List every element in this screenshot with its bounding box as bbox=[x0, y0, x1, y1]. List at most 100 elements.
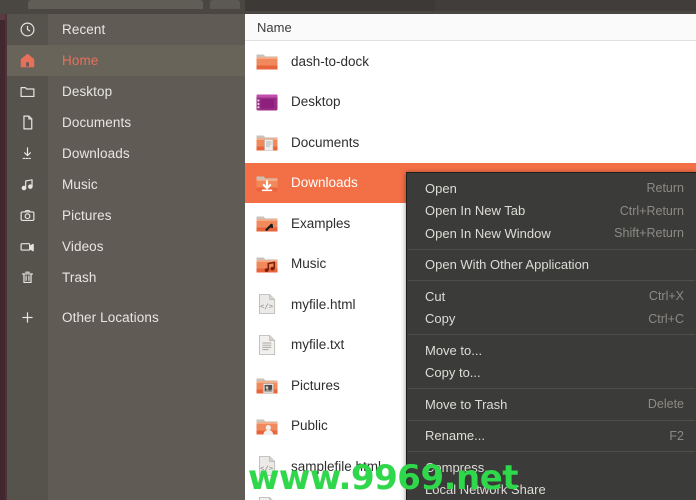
home-icon bbox=[7, 52, 48, 69]
sidebar-item-label: Videos bbox=[62, 239, 104, 254]
menu-item-label: Open In New Tab bbox=[425, 203, 526, 219]
pictures-folder-icon bbox=[255, 373, 279, 397]
music-note-icon bbox=[7, 176, 48, 193]
sidebar-item-label: Trash bbox=[62, 270, 97, 285]
text-file-icon bbox=[255, 495, 279, 500]
menu-item-label: Move to Trash bbox=[425, 396, 508, 412]
file-name: samplefile.html bbox=[291, 458, 382, 474]
file-name: Desktop bbox=[291, 94, 341, 110]
menu-item-accelerator: Delete bbox=[647, 397, 684, 412]
desktop-folder-icon bbox=[255, 90, 279, 114]
menu-item-label: Copy bbox=[425, 311, 456, 327]
menu-item-label: Local Network Share bbox=[425, 482, 546, 498]
places-sidebar: Recent Home Desktop Documents Downloads Music… bbox=[7, 14, 245, 500]
menu-item-accelerator: Return bbox=[646, 181, 684, 196]
menu-item-local-network-share[interactable]: Local Network Share bbox=[407, 479, 696, 500]
file-name: Documents bbox=[291, 134, 360, 150]
menu-item-accelerator: Ctrl+C bbox=[648, 311, 684, 326]
menu-item-label: Cut bbox=[425, 288, 446, 304]
menu-item-move-to[interactable]: Move to... bbox=[407, 339, 696, 362]
video-icon bbox=[7, 238, 48, 255]
sidebar-item-music[interactable]: Music bbox=[7, 169, 245, 200]
titlebar-chrome-mid bbox=[210, 0, 240, 9]
sidebar-item-label: Pictures bbox=[62, 208, 112, 223]
sidebar-item-other-locations[interactable]: Other Locations bbox=[7, 302, 245, 333]
menu-item-open-with-other-application[interactable]: Open With Other Application bbox=[407, 254, 696, 277]
menu-item-open-in-new-tab[interactable]: Open In New Tab Ctrl+Return bbox=[407, 200, 696, 223]
menu-item-accelerator: F2 bbox=[669, 428, 684, 443]
menu-item-open[interactable]: Open Return bbox=[407, 177, 696, 200]
menu-item-label: Compress... bbox=[425, 459, 496, 475]
folder-icon bbox=[255, 49, 279, 73]
context-menu: Open Return Open In New Tab Ctrl+Return Open… bbox=[406, 172, 696, 500]
menu-item-compress[interactable]: Compress... bbox=[407, 456, 696, 479]
menu-separator bbox=[408, 334, 695, 335]
document-icon bbox=[7, 114, 48, 131]
file-name: myfile.html bbox=[291, 296, 356, 312]
sidebar-item-label: Documents bbox=[62, 115, 132, 130]
clock-icon bbox=[7, 21, 48, 38]
camera-icon bbox=[7, 207, 48, 224]
sidebar-item-trash[interactable]: Trash bbox=[7, 262, 245, 293]
menu-item-rename[interactable]: Rename... F2 bbox=[407, 425, 696, 448]
download-icon bbox=[7, 145, 48, 162]
downloads-folder-icon bbox=[255, 171, 279, 195]
sidebar-item-downloads[interactable]: Downloads bbox=[7, 138, 245, 169]
menu-item-label: Move to... bbox=[425, 342, 483, 358]
html-file-icon: </> bbox=[255, 292, 279, 316]
menu-separator bbox=[408, 419, 695, 421]
titlebar-chrome-left bbox=[28, 0, 203, 9]
file-name: myfile.txt bbox=[291, 337, 345, 353]
sidebar-item-list: Recent Home Desktop Documents Downloads Music… bbox=[7, 14, 245, 333]
music-folder-icon bbox=[255, 252, 279, 276]
text-file-icon bbox=[255, 333, 279, 357]
file-name: Downloads bbox=[291, 175, 358, 191]
dock-edge-strip bbox=[0, 0, 7, 500]
file-name: Public bbox=[291, 418, 328, 434]
file-name: Pictures bbox=[291, 377, 340, 393]
sidebar-item-label: Desktop bbox=[62, 84, 113, 99]
folder-icon bbox=[7, 83, 48, 100]
file-name: dash-to-dock bbox=[291, 53, 370, 69]
file-manager-screen: Recent Home Desktop Documents Downloads Music… bbox=[0, 0, 696, 500]
table-row[interactable]: Documents bbox=[245, 122, 696, 163]
menu-item-label: Open bbox=[425, 180, 457, 196]
menu-item-copy-to[interactable]: Copy to... bbox=[407, 362, 696, 385]
menu-item-accelerator: Shift+Return bbox=[614, 226, 684, 241]
dock-edge-sheen bbox=[5, 0, 7, 500]
sidebar-item-pictures[interactable]: Pictures bbox=[7, 200, 245, 231]
column-header-row[interactable]: Name bbox=[245, 14, 696, 41]
menu-item-accelerator: Ctrl+X bbox=[648, 289, 684, 304]
menu-item-label: Copy to... bbox=[425, 365, 481, 381]
menu-separator bbox=[408, 451, 695, 452]
sidebar-item-label: Recent bbox=[62, 22, 106, 37]
sidebar-item-recent[interactable]: Recent bbox=[7, 14, 245, 45]
link-folder-icon bbox=[255, 211, 279, 235]
sidebar-item-videos[interactable]: Videos bbox=[7, 231, 245, 262]
html-file-icon: </> bbox=[255, 454, 279, 478]
column-header-name: Name bbox=[257, 19, 292, 35]
sidebar-divider bbox=[7, 293, 245, 302]
svg-text:</>: </> bbox=[260, 464, 274, 473]
file-name: Examples bbox=[291, 215, 351, 231]
sidebar-item-documents[interactable]: Documents bbox=[7, 107, 245, 138]
menu-item-label: Open With Other Application bbox=[425, 257, 590, 273]
table-row[interactable]: Desktop bbox=[245, 82, 696, 123]
menu-item-cut[interactable]: Cut Ctrl+X bbox=[407, 285, 696, 308]
menu-item-open-in-new-window[interactable]: Open In New Window Shift+Return bbox=[407, 222, 696, 245]
sidebar-item-home[interactable]: Home bbox=[7, 45, 245, 76]
public-folder-icon bbox=[255, 414, 279, 438]
menu-separator bbox=[408, 248, 695, 250]
window-titlebar-fragment bbox=[0, 0, 696, 14]
menu-separator bbox=[408, 388, 695, 389]
table-row[interactable]: dash-to-dock bbox=[245, 41, 696, 82]
menu-item-move-to-trash[interactable]: Move to Trash Delete bbox=[407, 393, 696, 416]
sidebar-item-label: Other Locations bbox=[62, 310, 159, 325]
menu-item-copy[interactable]: Copy Ctrl+C bbox=[407, 308, 696, 331]
sidebar-item-label: Home bbox=[62, 53, 99, 68]
menu-item-accelerator: Ctrl+Return bbox=[619, 203, 684, 218]
sidebar-item-desktop[interactable]: Desktop bbox=[7, 76, 245, 107]
titlebar-chrome-pathbar bbox=[245, 0, 435, 11]
file-name: Music bbox=[291, 256, 327, 272]
menu-separator bbox=[408, 280, 695, 281]
